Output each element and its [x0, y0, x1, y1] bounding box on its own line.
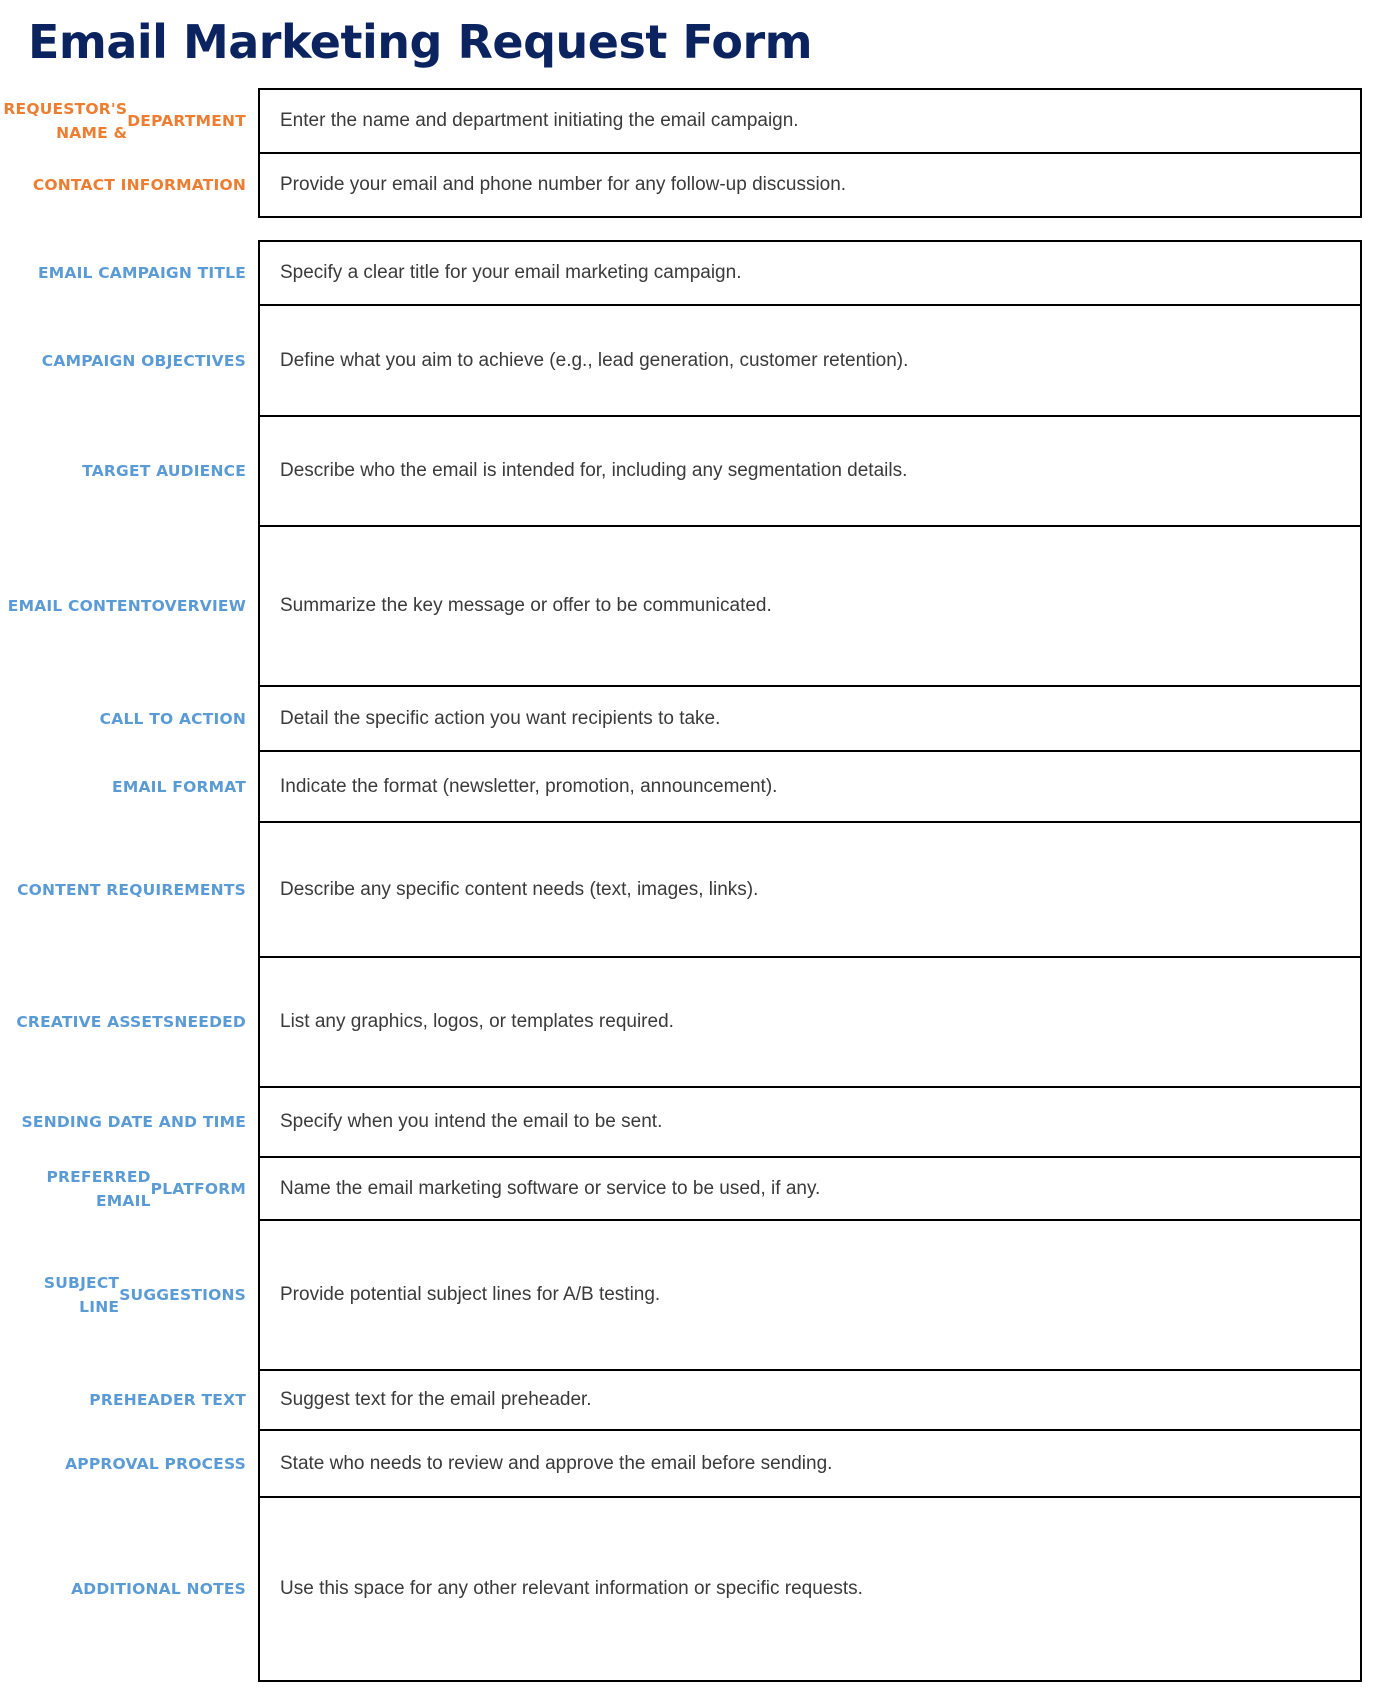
field-placeholder: Suggest text for the email preheader. [280, 1389, 592, 1410]
label-line: SENDING DATE AND TIME [21, 1113, 246, 1131]
field-label-target-audience: TARGET AUDIENCE [0, 416, 246, 526]
field-label-creative-assets-needed: CREATIVE ASSETS NEEDED [0, 957, 246, 1087]
field-label-text: ADDITIONAL NOTES [0, 1577, 246, 1601]
field-label-text: EMAIL FORMAT [0, 775, 246, 799]
field-label-preferred-email-platform: PREFERRED EMAIL PLATFORM [0, 1157, 246, 1220]
field-input-call-to-action[interactable]: Detail the specific action you want reci… [258, 687, 1362, 752]
field-placeholder: Use this space for any other relevant in… [280, 1578, 863, 1599]
field-label-email-campaign-title: EMAIL CAMPAIGN TITLE [0, 241, 246, 305]
field-label-additional-notes: ADDITIONAL NOTES [0, 1497, 246, 1681]
label-line: CONTENT REQUIREMENTS [17, 880, 246, 899]
field-label-call-to-action: CALL TO ACTION [0, 686, 246, 751]
field-label-text: PREFERRED EMAIL PLATFORM [0, 1165, 246, 1213]
field-label-text: CREATIVE ASSETS NEEDED [0, 1010, 246, 1034]
field-label-text: EMAIL CAMPAIGN TITLE [0, 261, 246, 285]
label-line: DEPARTMENT [127, 112, 246, 130]
field-placeholder: List any graphics, logos, or templates r… [280, 1011, 674, 1032]
label-line: EMAIL CAMPAIGN TITLE [37, 264, 246, 282]
field-label-text: PREHEADER TEXT [0, 1388, 246, 1412]
label-line: REQUESTOR'S NAME & [3, 100, 128, 142]
field-label-text: SUBJECT LINE SUGGESTIONS [0, 1271, 246, 1319]
field-placeholder: Describe who the email is intended for, … [280, 460, 908, 481]
field-placeholder: Detail the specific action you want reci… [280, 707, 721, 729]
field-input-campaign-objectives[interactable]: Define what you aim to achieve (e.g., le… [258, 306, 1362, 417]
field-placeholder: Specify a clear title for your email mar… [280, 262, 742, 283]
field-label-text: CONTENT REQUIREMENTS [0, 878, 246, 902]
field-placeholder: Specify when you intend the email to be … [280, 1111, 663, 1132]
field-label-contact-information: CONTACT INFORMATION [0, 153, 246, 217]
field-input-sending-date-and-time[interactable]: Specify when you intend the email to be … [258, 1088, 1362, 1158]
field-placeholder: Enter the name and department initiating… [280, 110, 799, 131]
label-line: PREHEADER TEXT [89, 1391, 246, 1409]
label-line: EMAIL CONTENT [7, 597, 152, 615]
label-line: CAMPAIGN OBJECTIVES [41, 351, 246, 370]
field-label-text: CONTACT INFORMATION [0, 173, 246, 197]
label-line: CONTACT INFORMATION [32, 176, 246, 194]
field-placeholder: Provide your email and phone number for … [280, 174, 847, 195]
field-label-subject-line-suggestions: SUBJECT LINE SUGGESTIONS [0, 1220, 246, 1370]
field-input-email-content-overview[interactable]: Summarize the key message or offer to be… [258, 527, 1362, 687]
field-label-campaign-objectives: CAMPAIGN OBJECTIVES [0, 305, 246, 416]
label-line: OVERVIEW [151, 597, 246, 615]
field-label-text: SENDING DATE AND TIME [0, 1110, 246, 1134]
label-line: CREATIVE ASSETS [16, 1013, 175, 1031]
field-input-creative-assets-needed[interactable]: List any graphics, logos, or templates r… [258, 958, 1362, 1088]
field-input-email-campaign-title[interactable]: Specify a clear title for your email mar… [258, 240, 1362, 306]
field-placeholder: Define what you aim to achieve (e.g., le… [280, 349, 909, 371]
field-label-text: CAMPAIGN OBJECTIVES [0, 349, 246, 373]
label-line: PREFERRED EMAIL [46, 1167, 151, 1210]
field-placeholder: Name the email marketing software or ser… [280, 1177, 821, 1199]
field-placeholder: Provide potential subject lines for A/B … [280, 1284, 661, 1305]
field-label-preheader-text: PREHEADER TEXT [0, 1370, 246, 1430]
label-line: NEEDED [174, 1013, 246, 1031]
field-input-preheader-text[interactable]: Suggest text for the email preheader. [258, 1371, 1362, 1431]
field-placeholder: Summarize the key message or offer to be… [280, 595, 772, 616]
field-label-requestor-s-name-department: REQUESTOR'S NAME & DEPARTMENT [0, 89, 246, 153]
field-input-content-requirements[interactable]: Describe any specific content needs (tex… [258, 823, 1362, 958]
field-input-email-format[interactable]: Indicate the format (newsletter, promoti… [258, 752, 1362, 823]
field-label-content-requirements: CONTENT REQUIREMENTS [0, 822, 246, 957]
field-label-email-content-overview: EMAIL CONTENT OVERVIEW [0, 526, 246, 686]
field-label-text: CALL TO ACTION [0, 707, 246, 731]
field-placeholder: Describe any specific content needs (tex… [280, 878, 759, 900]
field-label-approval-process: APPROVAL PROCESS [0, 1430, 246, 1497]
label-line: PLATFORM [150, 1179, 246, 1198]
field-input-requestor-s-name-department[interactable]: Enter the name and department initiating… [258, 88, 1362, 154]
field-label-text: APPROVAL PROCESS [0, 1452, 246, 1476]
field-placeholder: Indicate the format (newsletter, promoti… [280, 775, 778, 797]
field-input-subject-line-suggestions[interactable]: Provide potential subject lines for A/B … [258, 1221, 1362, 1371]
label-line: SUBJECT LINE [43, 1274, 120, 1316]
label-line: TARGET AUDIENCE [82, 462, 246, 480]
field-input-contact-information[interactable]: Provide your email and phone number for … [258, 154, 1362, 218]
page-title: Email Marketing Request Form [28, 15, 813, 69]
label-line: APPROVAL PROCESS [65, 1454, 246, 1473]
field-input-approval-process[interactable]: State who needs to review and approve th… [258, 1431, 1362, 1498]
field-label-sending-date-and-time: SENDING DATE AND TIME [0, 1087, 246, 1157]
field-input-target-audience[interactable]: Describe who the email is intended for, … [258, 417, 1362, 527]
field-label-text: TARGET AUDIENCE [0, 459, 246, 483]
label-line: CALL TO ACTION [99, 709, 246, 728]
label-line: EMAIL FORMAT [112, 777, 246, 796]
label-line: ADDITIONAL NOTES [71, 1580, 246, 1598]
label-line: SUGGESTIONS [119, 1286, 246, 1304]
field-placeholder: State who needs to review and approve th… [280, 1452, 833, 1474]
field-label-text: REQUESTOR'S NAME & DEPARTMENT [0, 97, 246, 145]
field-input-preferred-email-platform[interactable]: Name the email marketing software or ser… [258, 1158, 1362, 1221]
field-label-email-format: EMAIL FORMAT [0, 751, 246, 822]
field-label-text: EMAIL CONTENT OVERVIEW [0, 594, 246, 618]
field-input-additional-notes[interactable]: Use this space for any other relevant in… [258, 1498, 1362, 1682]
